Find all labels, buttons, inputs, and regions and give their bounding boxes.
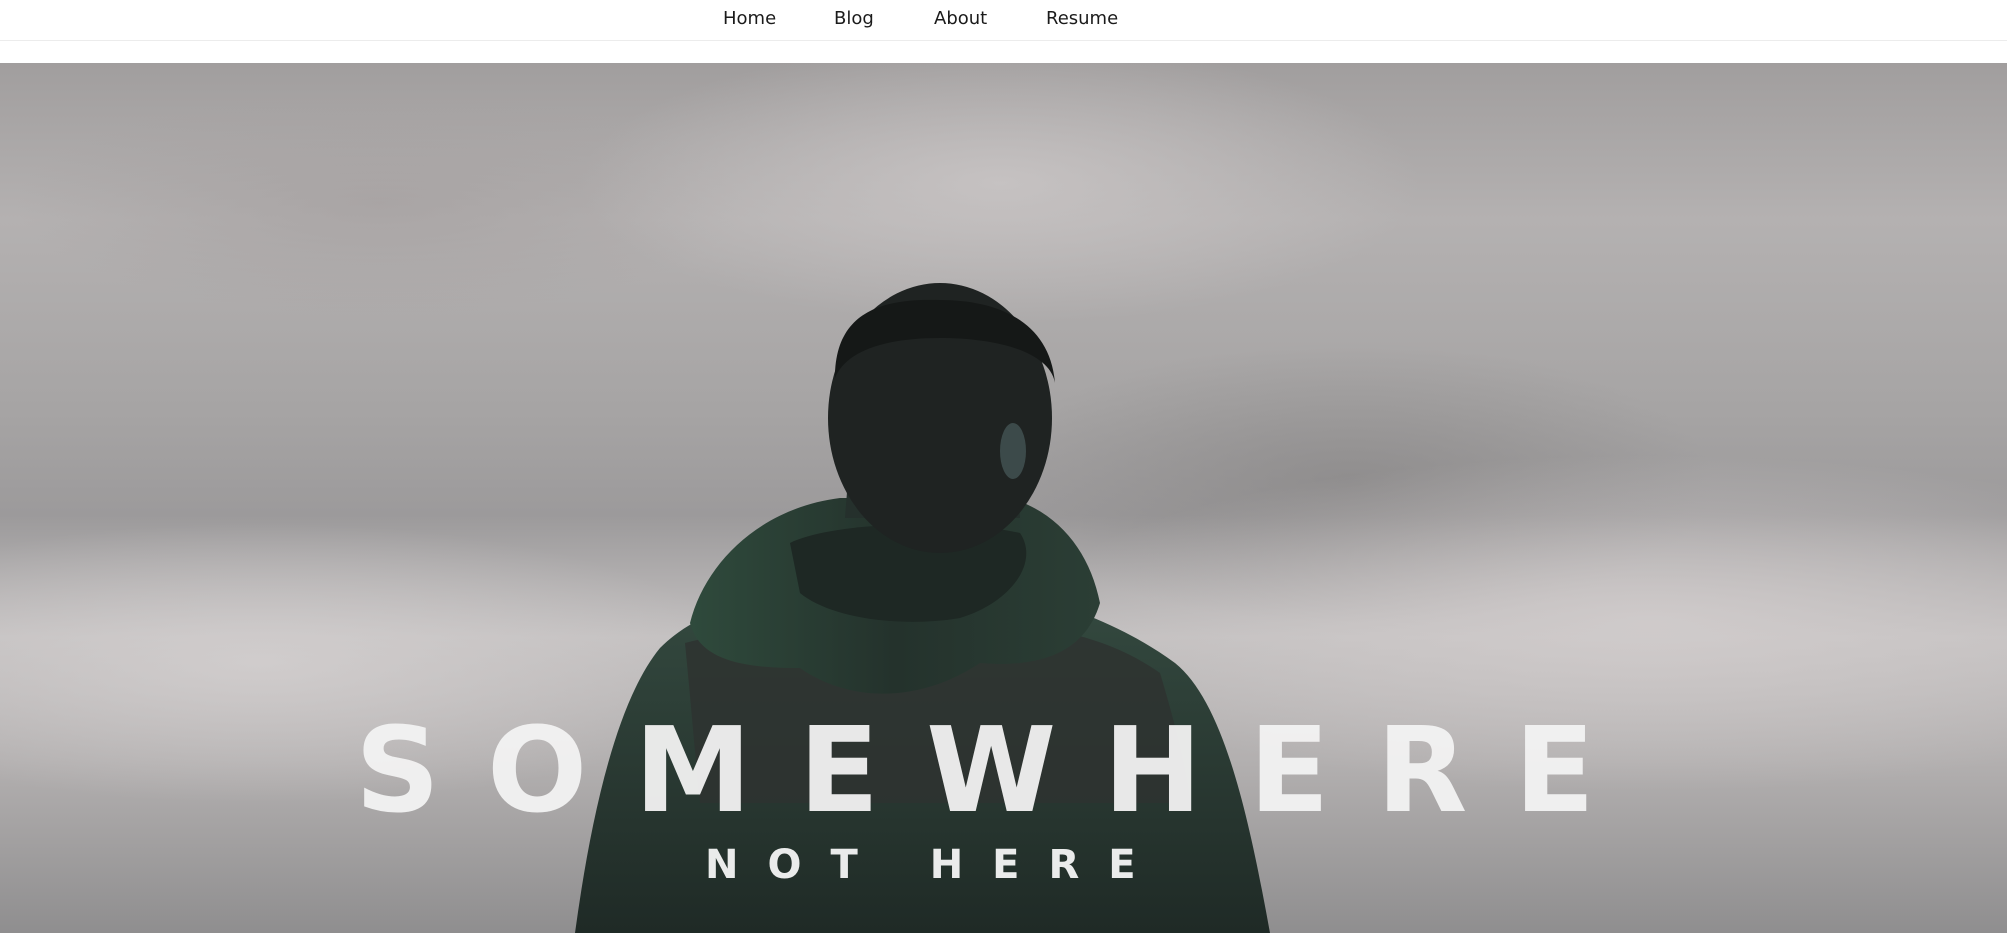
hero-title-letter: O — [486, 701, 588, 839]
nav-home-link[interactable]: Home — [723, 8, 776, 30]
nav-blog-link[interactable]: Blog — [834, 8, 874, 30]
hero-title: SOMEWHERE — [355, 711, 1595, 829]
nav-resume-link[interactable]: Resume — [1046, 8, 1118, 30]
nav-about-link[interactable]: About — [934, 8, 987, 30]
hero-title-letter: S — [355, 701, 440, 839]
hero-title-letter: H — [1103, 701, 1202, 839]
hero-title-letter: R — [1376, 701, 1468, 839]
hero-title-letter: E — [798, 701, 880, 839]
top-navigation: Home Blog About Resume — [0, 0, 2007, 41]
hero-banner: SOMEWHERE NOT HERE — [0, 63, 2007, 933]
hero-title-letter: E — [1248, 701, 1330, 839]
hero-subtitle: NOT HERE — [705, 842, 1165, 888]
hero-title-letter: W — [926, 701, 1057, 839]
hero-title-letter: E — [1514, 701, 1595, 839]
hero-title-letter: M — [634, 701, 752, 839]
